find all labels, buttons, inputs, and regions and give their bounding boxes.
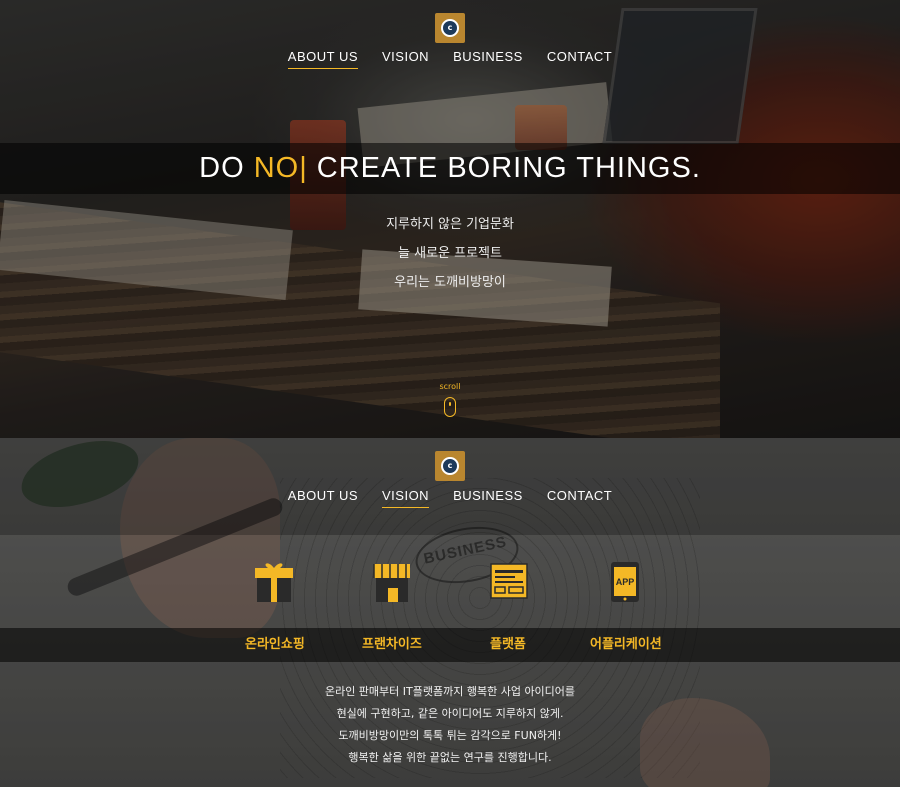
storefront-icon xyxy=(372,560,412,604)
headline-part2: CREATE BORING THINGS. xyxy=(307,152,701,184)
headline-highlight: NO| xyxy=(253,152,308,184)
nav-contact[interactable]: CONTACT xyxy=(547,488,612,508)
description-line: 행복한 삶을 위한 끝없는 연구를 진행합니다. xyxy=(348,751,552,764)
headline-part1: DO xyxy=(199,152,254,184)
gift-box-icon xyxy=(254,560,294,604)
headline-band: DO NO| CREATE BORING THINGS. xyxy=(0,143,900,194)
hero-section: c ABOUT US VISION BUSINESS CONTACT DO NO… xyxy=(0,0,900,438)
hero-nav: ABOUT US VISION BUSINESS CONTACT xyxy=(0,49,900,69)
category-online-shopping[interactable]: 온라인쇼핑 xyxy=(245,628,305,662)
nav-about-us[interactable]: ABOUT US xyxy=(287,49,358,69)
nav-vision[interactable]: VISION xyxy=(382,49,429,69)
category-band: 온라인쇼핑 프랜차이즈 플랫폼 어플리케이션 xyxy=(0,628,900,662)
mouse-icon xyxy=(444,397,456,417)
description-line: 온라인 판매부터 IT플랫폼까지 행복한 사업 아이디어를 xyxy=(324,685,576,698)
category-platform[interactable]: 플랫폼 xyxy=(490,628,526,662)
nav-business[interactable]: BUSINESS xyxy=(453,488,523,508)
site-logo[interactable]: c xyxy=(435,13,465,43)
app-icon-text: APP xyxy=(616,577,635,587)
site-logo[interactable]: c xyxy=(435,451,465,481)
slogan-list: 지루하지 않은 기업문화 늘 새로운 프로젝트 우리는 도깨비방망이 xyxy=(0,210,900,297)
slogan-line: 지루하지 않은 기업문화 xyxy=(386,217,514,232)
nav-business[interactable]: BUSINESS xyxy=(453,49,523,69)
logo-mark-icon: c xyxy=(441,457,459,475)
category-application[interactable]: 어플리케이션 xyxy=(590,628,662,662)
description-line: 현실에 구현하고, 같은 아이디어도 지루하지 않게. xyxy=(336,707,564,720)
business-section: BUSINESS c ABOUT US VISION BUSINESS CONT… xyxy=(0,438,900,787)
description-line: 도깨비방망이만의 톡톡 튀는 감각으로 FUN하게! xyxy=(338,729,562,742)
business-nav: ABOUT US VISION BUSINESS CONTACT xyxy=(0,488,900,508)
category-franchise[interactable]: 프랜차이즈 xyxy=(362,628,422,662)
smartphone-app-icon: APP xyxy=(605,560,645,604)
browser-window-icon xyxy=(489,560,529,604)
nav-about-us[interactable]: ABOUT US xyxy=(288,488,358,508)
nav-vision[interactable]: VISION xyxy=(382,488,430,508)
business-description: 온라인 판매부터 IT플랫폼까지 행복한 사업 아이디어를 현실에 구현하고, … xyxy=(0,681,900,769)
logo-mark-icon: c xyxy=(441,19,459,37)
scroll-indicator[interactable]: scroll xyxy=(0,382,900,421)
nav-contact[interactable]: CONTACT xyxy=(547,49,612,69)
scroll-label: scroll xyxy=(439,382,461,391)
slogan-line: 우리는 도깨비방망이 xyxy=(394,275,506,290)
slogan-line: 늘 새로운 프로젝트 xyxy=(398,246,502,261)
